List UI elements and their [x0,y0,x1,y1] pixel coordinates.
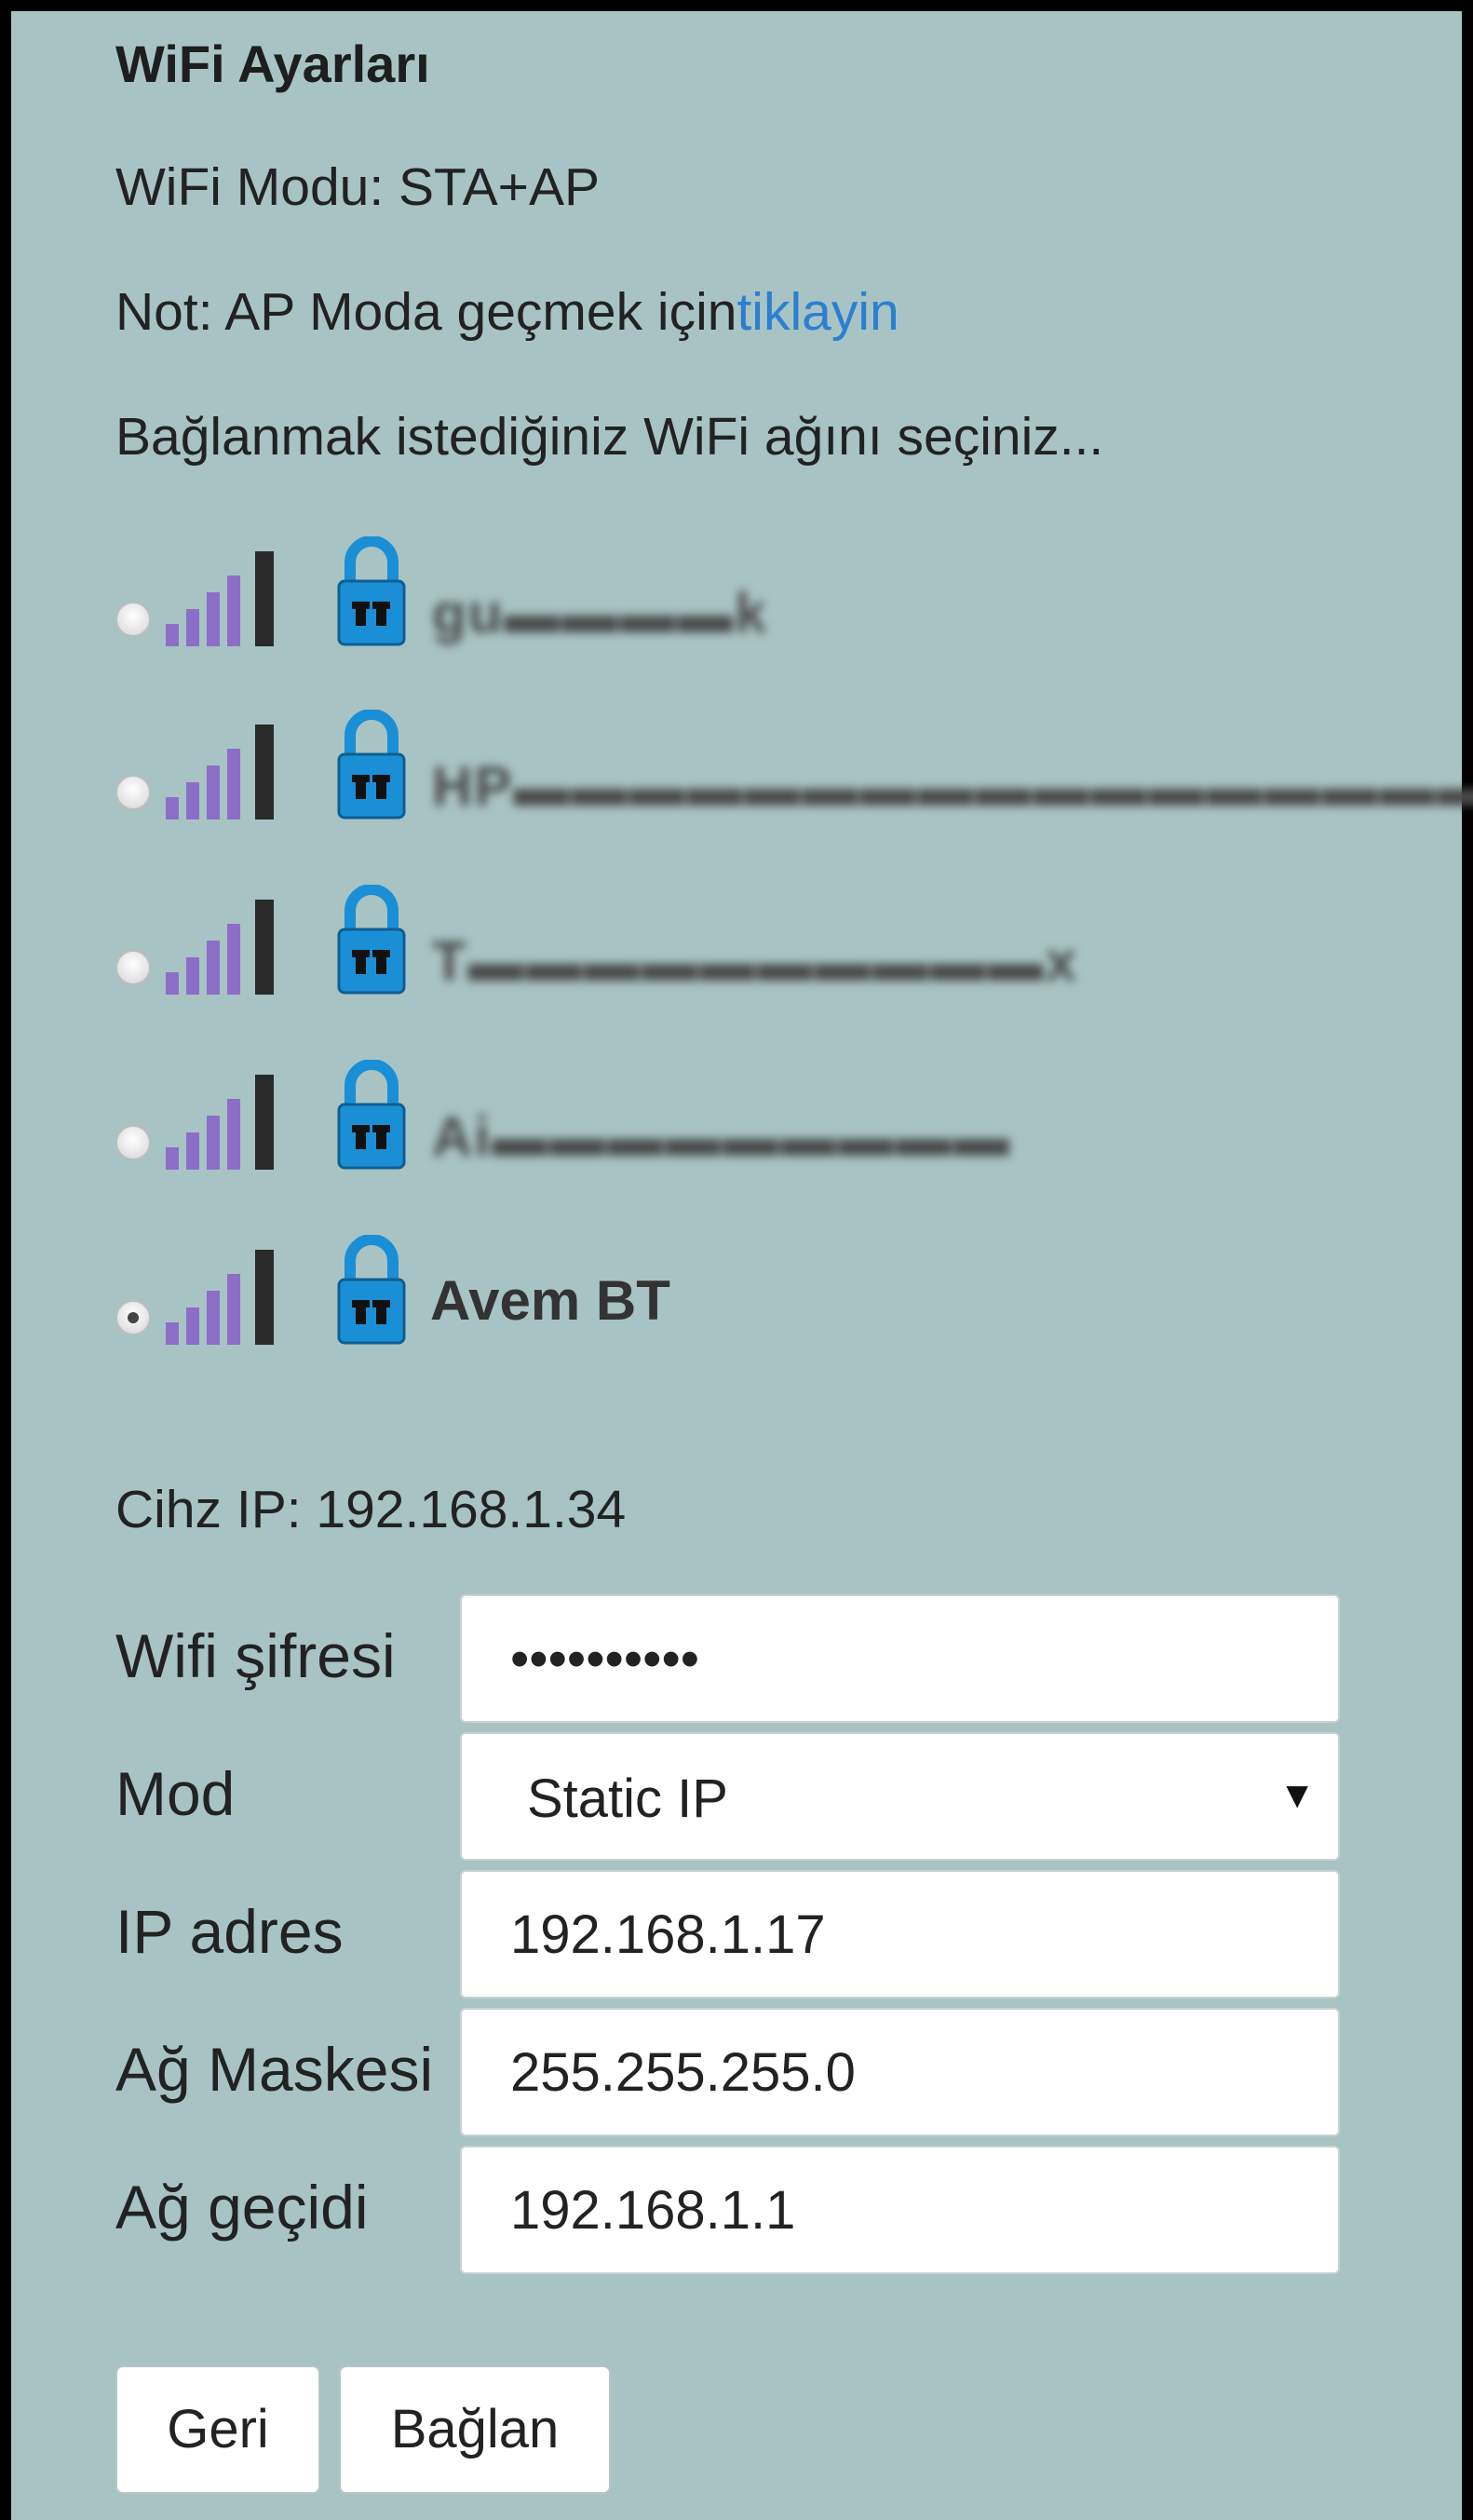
network-ssid: gu▬▬▬▬k [432,582,768,644]
ap-mode-link[interactable]: tiklayin [736,282,899,342]
device-ip: Cihz IP: 192.168.1.34 [115,1480,627,1539]
network-radio[interactable] [115,602,151,637]
mode-select[interactable]: Static IP ▼ [460,1732,1340,1861]
ip-input[interactable] [460,1870,1340,1998]
network-ssid: Avem BT [430,1269,670,1332]
mask-input[interactable] [460,2008,1340,2136]
back-button[interactable]: Geri [115,2365,320,2494]
lock-icon [337,536,406,646]
ap-mode-note: Not: AP Moda geçmek içintiklayin [115,281,899,343]
signal-strength-icon [166,1250,274,1345]
wifi-mode-text: WiFi Modu: STA+AP [115,157,600,217]
signal-strength-icon [166,725,274,820]
network-radio[interactable] [115,775,151,810]
network-row[interactable]: Ai▬▬▬▬▬▬▬▬▬ [115,1060,1326,1175]
mask-label: Ağ Maskesi [115,2035,434,2104]
lock-icon [337,1235,406,1345]
network-row[interactable]: T▬▬▬▬▬▬▬▬▬▬x [115,885,1326,1000]
password-input[interactable] [460,1594,1340,1723]
lock-icon [337,710,406,820]
signal-strength-icon [166,1075,274,1170]
select-network-instruction: Bağlanmak istediğiniz WiFi ağını seçiniz… [115,407,1104,467]
network-ssid: Ai▬▬▬▬▬▬▬▬▬ [432,1105,1011,1168]
network-ssid: T▬▬▬▬▬▬▬▬▬▬x [432,930,1079,993]
gateway-label: Ağ geçidi [115,2173,369,2242]
network-ssid: HP▬▬▬▬▬▬▬▬▬▬▬▬▬▬▬▬▬p [432,755,1473,818]
lock-icon [337,885,406,995]
connect-button[interactable]: Bağlan [339,2365,611,2494]
network-radio[interactable] [115,1125,151,1160]
mode-select-value: Static IP [527,1768,728,1829]
mode-label: Mod [115,1759,236,1828]
network-radio[interactable] [115,950,151,985]
page-title: WiFi Ayarları [115,34,430,93]
network-row[interactable]: HP▬▬▬▬▬▬▬▬▬▬▬▬▬▬▬▬▬p [115,710,1473,825]
password-label: Wifi şifresi [115,1621,396,1690]
ip-label: IP adres [115,1897,344,1966]
network-row[interactable]: gu▬▬▬▬k [115,536,1326,652]
lock-icon [337,1060,406,1170]
dropdown-arrow-icon: ▼ [1278,1775,1316,1816]
wifi-settings-panel: WiFi Ayarları WiFi Modu: STA+AP Not: AP … [0,0,1473,2520]
network-row[interactable]: Avem BT [115,1235,1326,1350]
network-radio-selected[interactable] [115,1300,151,1335]
gateway-input[interactable] [460,2146,1340,2274]
signal-strength-icon [166,551,274,646]
signal-strength-icon [166,900,274,995]
ap-mode-note-prefix: Not: AP Moda geçmek için [115,282,737,342]
